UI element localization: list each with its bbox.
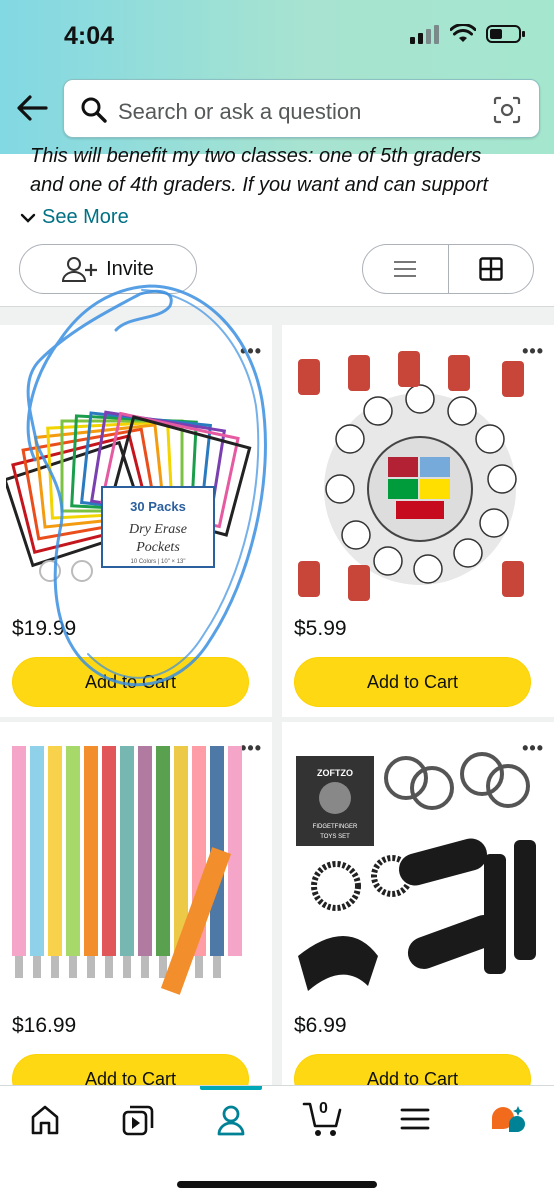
menu-icon[interactable] [400,1104,430,1134]
product-image-soccer-stickers[interactable] [288,339,546,609]
box-label-text: FIDGETFINGER [313,824,358,830]
list-description: This will benefit my two classes: one of… [30,142,540,200]
grid-view-button[interactable] [447,245,534,293]
list-view-icon [394,261,417,277]
product-card[interactable]: ••• 30 Packs Dry Erase Pockets 10 Colors… [0,325,272,717]
chevron-down-icon [20,213,36,223]
invite-button[interactable]: Invite [19,244,197,294]
back-arrow-icon[interactable] [14,90,50,126]
battery-icon [486,25,525,43]
see-more-label: See More [42,206,129,228]
product-image-fidget-toys[interactable]: ZOFTZO FIDGETFINGER TOYS SET [288,736,546,1006]
list-view-button[interactable] [363,245,448,293]
camera-search-icon[interactable] [493,96,521,124]
invite-label: Invite [106,257,154,280]
product-image-colorful-pens[interactable] [6,736,264,1006]
add-to-cart-button[interactable]: Add to Cart [12,657,249,707]
product-price: $19.99 [12,617,77,640]
add-to-cart-button[interactable]: Add to Cart [294,657,531,707]
wifi-icon [450,24,476,42]
header: 4:04 Search or ask a question [0,0,554,154]
signal-icon [410,25,439,44]
grid-view-icon [479,257,503,281]
cart-nav[interactable]: 0 [302,1100,344,1143]
cart-count: 0 [319,1100,328,1117]
product-card[interactable]: ••• $5.99 Add to Cart [282,325,554,717]
video-icon[interactable] [122,1104,154,1136]
search-icon [81,97,107,123]
product-price: $16.99 [12,1014,77,1037]
status-icons [410,24,526,44]
view-toggle [362,244,534,294]
product-image-dry-erase-pockets[interactable]: 30 Packs Dry Erase Pockets 10 Colors | 1… [6,339,264,609]
product-price: $6.99 [294,1014,347,1037]
account-icon[interactable] [216,1104,246,1136]
see-more-link[interactable]: See More [20,206,129,229]
pack-title-text: Dry Erase [128,522,187,537]
rufus-icon[interactable] [488,1104,526,1138]
description-line: This will benefit my two classes: one of… [30,145,482,167]
search-input[interactable]: Search or ask a question [118,99,361,125]
home-icon[interactable] [30,1104,60,1136]
pack-sub-text: 10 Colors | 10" × 13" [130,559,185,565]
pack-count-text: 30 Packs [130,499,186,514]
product-card[interactable]: ••• ZOFTZO FIDGETFINGER TOYS SET $6.99 A… [282,722,554,1104]
pack-title-text: Pockets [135,540,180,555]
nav-active-indicator [200,1086,262,1090]
home-indicator [177,1181,377,1188]
product-price: $5.99 [294,617,347,640]
box-label-text: TOYS SET [320,834,350,840]
description-line: and one of 4th graders. If you want and … [30,174,489,196]
status-time: 4:04 [64,22,115,50]
search-bar[interactable]: Search or ask a question [63,79,540,138]
product-card[interactable]: ••• $16.99 Add to Cart [0,722,272,1104]
add-person-icon [62,257,98,282]
box-brand-text: ZOFTZO [317,768,353,778]
